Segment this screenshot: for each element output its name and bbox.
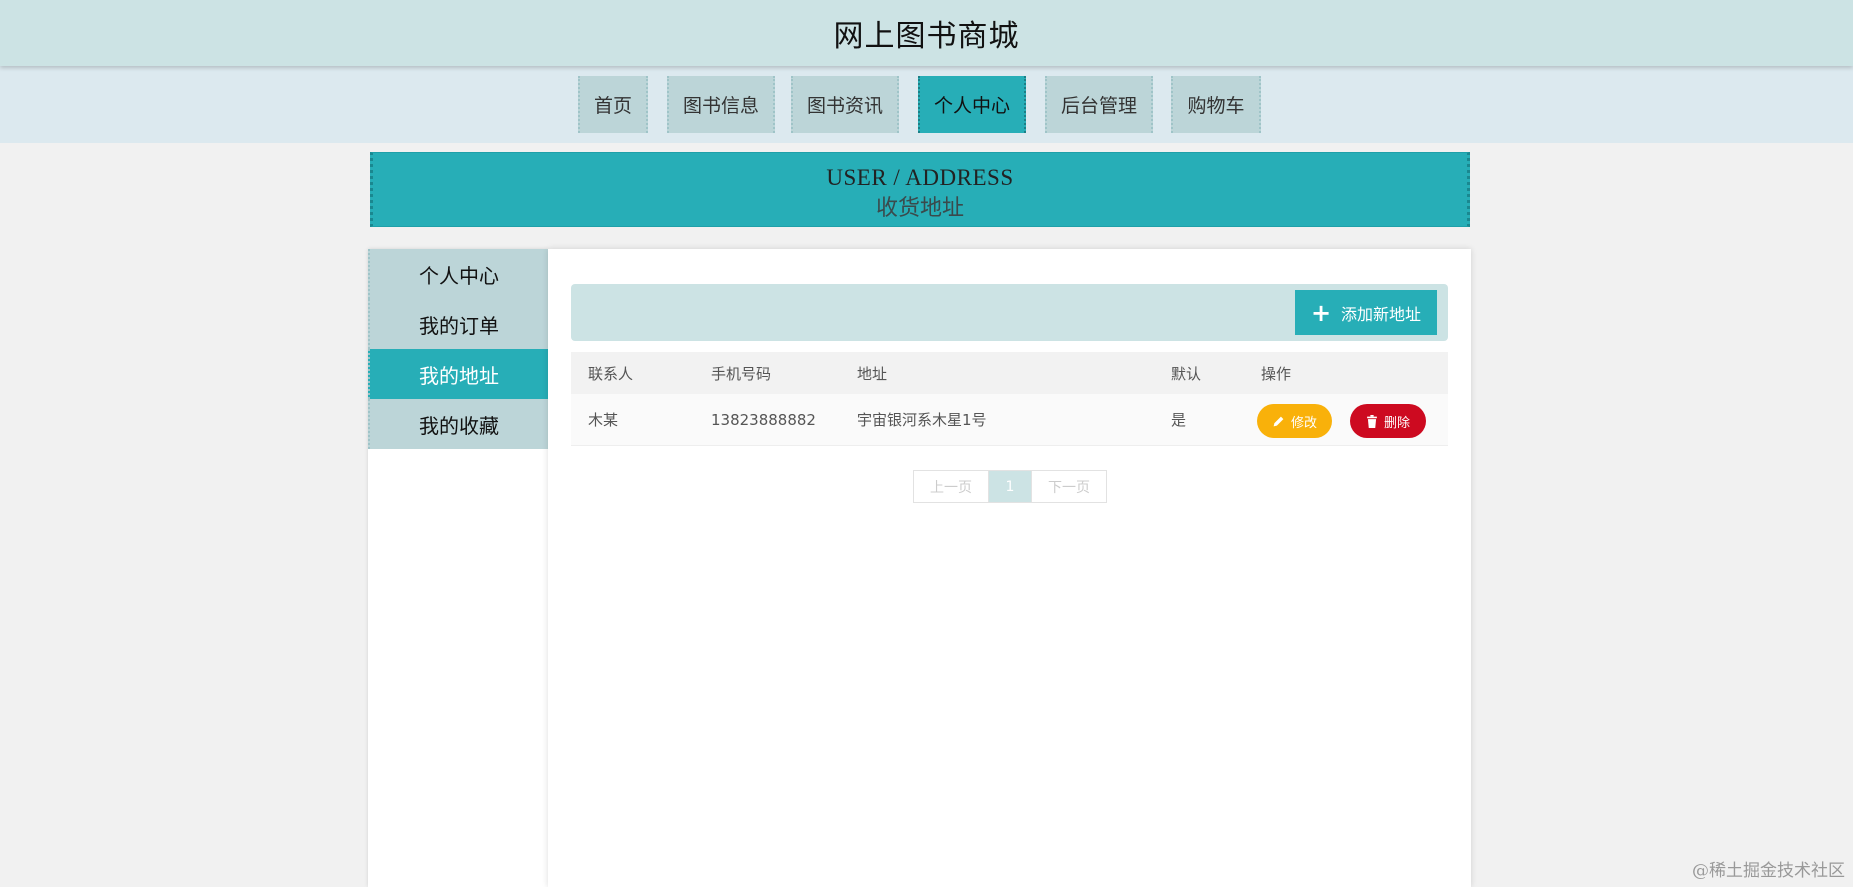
page-number-current[interactable]: 1	[989, 471, 1031, 502]
edit-address-button[interactable]: 修改	[1257, 404, 1332, 438]
sidebar-item-address[interactable]: 我的地址	[368, 349, 548, 399]
table-header: 联系人 手机号码 地址 默认 操作	[571, 352, 1448, 394]
watermark: @稀土掘金技术社区	[1692, 861, 1845, 881]
site-header: 网上图书商城	[0, 0, 1853, 66]
banner-title-zh: 收货地址	[875, 196, 964, 221]
nav-book-info[interactable]: 图书信息	[667, 76, 775, 133]
plus-icon: +	[1310, 298, 1332, 327]
prev-page-button[interactable]: 上一页	[914, 471, 989, 502]
pencil-icon	[1273, 416, 1284, 426]
add-address-label: 添加新地址	[1341, 304, 1422, 324]
page-banner: USER / ADDRESS 收货地址	[370, 152, 1470, 227]
address-panel: + 添加新地址 联系人 手机号码 地址 默认 操作 木某 13823888882…	[548, 249, 1471, 887]
cell-phone: 13823888882	[711, 410, 816, 429]
main-nav: 首页 图书信息 图书资讯 个人中心 后台管理 购物车	[0, 66, 1853, 143]
col-phone: 手机号码	[711, 364, 772, 383]
site-title: 网上图书商城	[833, 19, 1020, 54]
cell-default: 是	[1171, 411, 1187, 429]
nav-home[interactable]: 首页	[578, 76, 648, 133]
sidebar-item-orders[interactable]: 我的订单	[368, 299, 548, 349]
pagination: 上一页 1 下一页	[913, 470, 1107, 503]
delete-label: 删除	[1383, 415, 1410, 431]
sidebar-item-user-center[interactable]: 个人中心	[368, 249, 548, 299]
col-address: 地址	[857, 364, 888, 383]
table-row: 木某 13823888882 宇宙银河系木星1号 是 修改 删除	[571, 394, 1448, 446]
add-address-button[interactable]: + 添加新地址	[1295, 290, 1437, 335]
col-contact: 联系人	[588, 364, 634, 383]
edit-label: 修改	[1290, 415, 1317, 431]
cell-address: 宇宙银河系木星1号	[857, 411, 987, 429]
address-toolbar: + 添加新地址	[571, 284, 1448, 341]
nav-user-center[interactable]: 个人中心	[918, 76, 1026, 133]
delete-address-button[interactable]: 删除	[1350, 404, 1426, 438]
nav-book-news[interactable]: 图书资讯	[791, 76, 899, 133]
next-page-button[interactable]: 下一页	[1031, 471, 1106, 502]
banner-title-en: USER / ADDRESS	[826, 165, 1014, 190]
col-actions: 操作	[1261, 364, 1292, 383]
nav-cart[interactable]: 购物车	[1171, 76, 1261, 133]
col-default: 默认	[1171, 364, 1202, 383]
cell-contact: 木某	[588, 411, 619, 429]
sidebar-item-favorites[interactable]: 我的收藏	[368, 399, 548, 449]
trash-icon	[1367, 414, 1377, 428]
user-sidebar: 个人中心 我的订单 我的地址 我的收藏	[368, 249, 548, 887]
nav-admin[interactable]: 后台管理	[1045, 76, 1153, 133]
